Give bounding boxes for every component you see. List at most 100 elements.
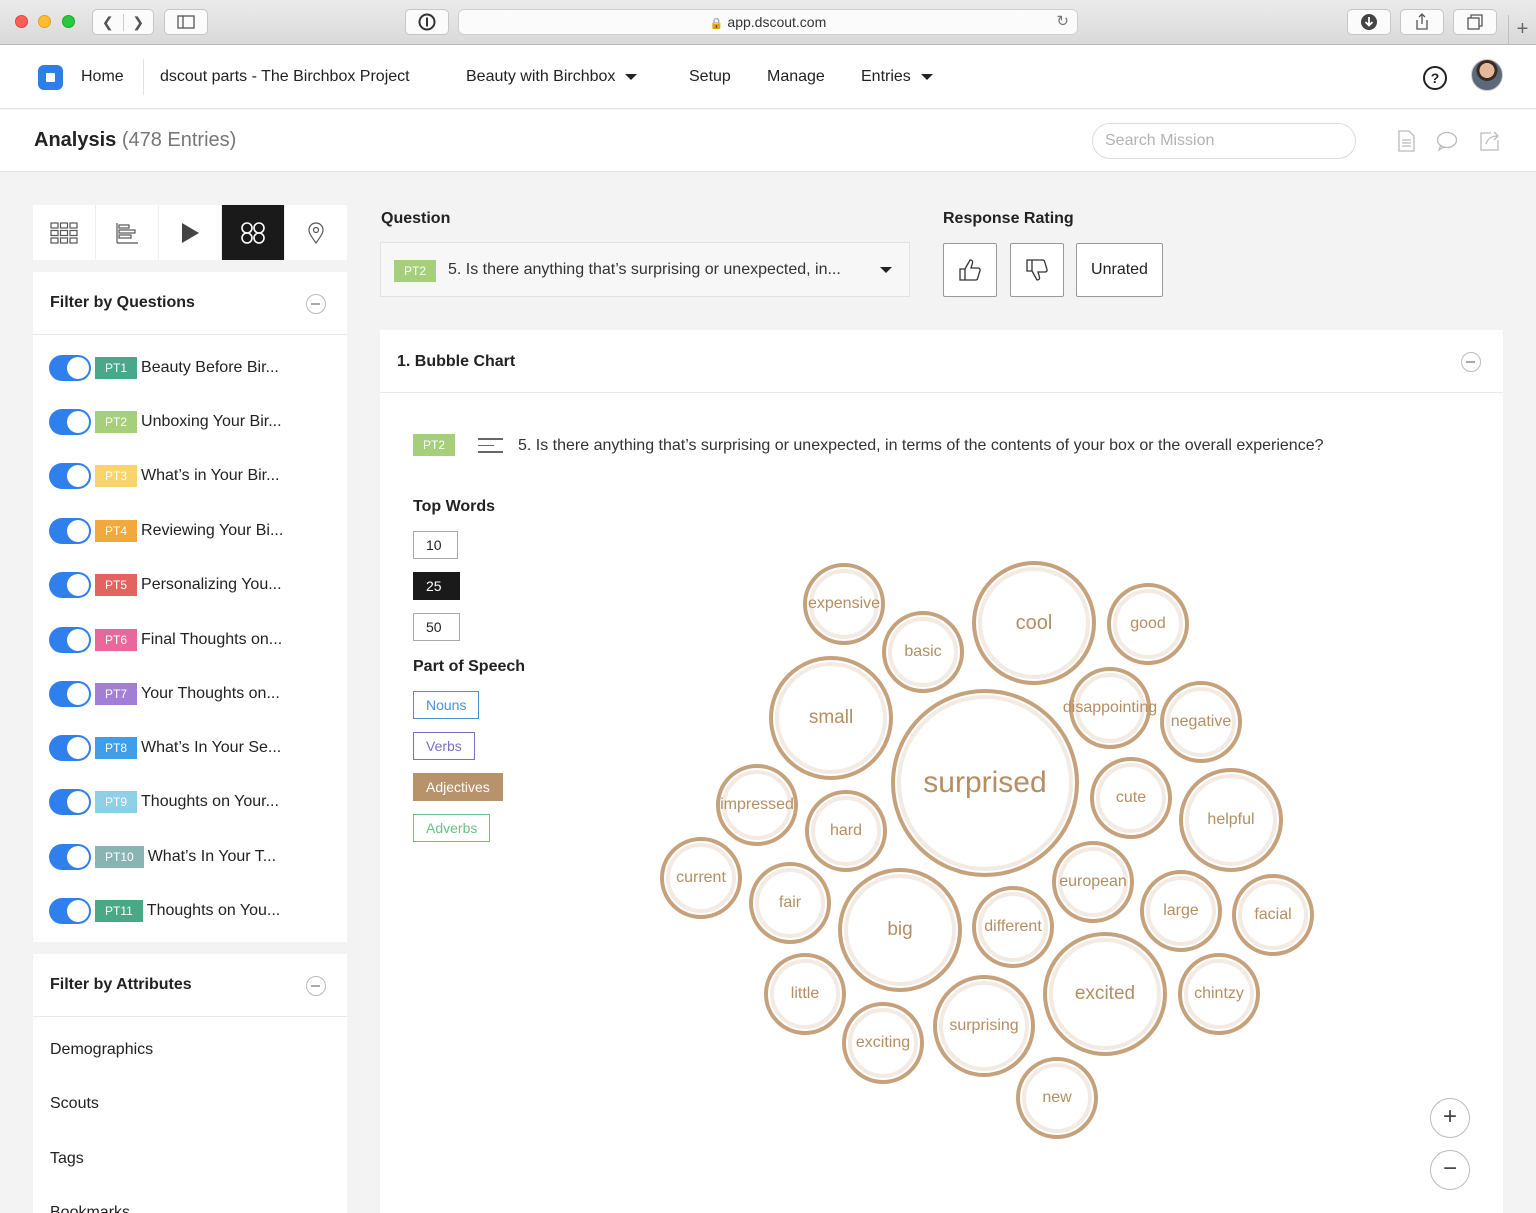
word-bubble[interactable]: cool: [972, 561, 1096, 685]
attribute-tags[interactable]: Tags: [50, 1150, 84, 1168]
tab-grid-view[interactable]: [33, 205, 96, 260]
unrated-button[interactable]: Unrated: [1076, 243, 1163, 297]
toggle-switch[interactable]: [49, 518, 91, 544]
word-bubble[interactable]: expensive: [803, 563, 885, 645]
pos-verbs-option[interactable]: Verbs: [413, 732, 475, 760]
attribute-scouts[interactable]: Scouts: [50, 1095, 99, 1113]
toggle-switch[interactable]: [49, 789, 91, 815]
word-bubble[interactable]: basic: [882, 611, 964, 693]
question-filter-row[interactable]: PT9 Thoughts on Your...: [49, 789, 279, 815]
nav-manage[interactable]: Manage: [767, 68, 825, 86]
toggle-switch[interactable]: [49, 409, 91, 435]
question-filter-row[interactable]: PT6 Final Thoughts on...: [49, 627, 282, 653]
question-select[interactable]: PT2 5. Is there anything that’s surprisi…: [380, 242, 910, 297]
pos-nouns-option[interactable]: Nouns: [413, 691, 480, 719]
collapse-icon[interactable]: [1461, 352, 1481, 372]
word-bubble[interactable]: good: [1107, 583, 1189, 665]
question-filter-row[interactable]: PT5 Personalizing You...: [49, 572, 282, 598]
nav-setup[interactable]: Setup: [689, 68, 731, 86]
collapse-icon[interactable]: [306, 976, 326, 996]
close-window-button[interactable]: [15, 15, 28, 28]
question-filter-row[interactable]: PT11 Thoughts on You...: [49, 898, 280, 924]
comment-icon[interactable]: [1436, 130, 1458, 152]
toggle-switch[interactable]: [49, 463, 91, 489]
tab-list-view[interactable]: [96, 205, 159, 260]
thumbs-down-button[interactable]: [1010, 243, 1064, 297]
toggle-switch[interactable]: [49, 355, 91, 381]
tabs-overview-icon[interactable]: [1453, 9, 1497, 35]
export-icon[interactable]: [1478, 130, 1500, 152]
word-bubble[interactable]: new: [1016, 1057, 1098, 1139]
tab-media-view[interactable]: [159, 205, 222, 260]
question-label: Unboxing Your Bir...: [141, 413, 282, 430]
toggle-switch[interactable]: [49, 572, 91, 598]
attribute-bookmarks[interactable]: Bookmarks: [50, 1204, 130, 1213]
nav-home[interactable]: Home: [81, 68, 124, 86]
toggle-switch[interactable]: [49, 844, 91, 870]
nav-entries-dropdown[interactable]: Entries: [861, 68, 933, 86]
address-bar[interactable]: 🔒 app.dscout.com ↻: [458, 9, 1078, 35]
word-bubble[interactable]: fair: [749, 862, 831, 944]
nav-mission-dropdown[interactable]: Beauty with Birchbox: [466, 68, 638, 86]
text-lines-icon[interactable]: [478, 438, 503, 454]
back-arrow-icon[interactable]: ❮: [93, 13, 124, 31]
new-tab-plus-icon[interactable]: +: [1508, 15, 1536, 45]
word-bubble[interactable]: helpful: [1179, 768, 1283, 872]
share-icon[interactable]: [1400, 9, 1444, 35]
word-bubble[interactable]: excited: [1043, 932, 1167, 1056]
tab-map-view[interactable]: [285, 205, 347, 260]
question-filter-row[interactable]: PT3 What’s in Your Bir...: [49, 463, 279, 489]
pos-adverbs-option[interactable]: Adverbs: [413, 814, 491, 842]
word-bubble[interactable]: big: [838, 868, 962, 992]
thumbs-up-button[interactable]: [943, 243, 997, 297]
word-bubble[interactable]: hard: [805, 790, 887, 872]
word-bubble[interactable]: small: [769, 656, 893, 780]
toggle-switch[interactable]: [49, 627, 91, 653]
maximize-window-button[interactable]: [62, 15, 75, 28]
question-filter-row[interactable]: PT10 What’s In Your T...: [49, 844, 276, 870]
dscout-logo-icon[interactable]: [38, 65, 63, 90]
word-bubble[interactable]: little: [764, 953, 846, 1035]
avatar[interactable]: [1471, 59, 1503, 91]
collapse-icon[interactable]: [306, 294, 326, 314]
top-words-10-option[interactable]: 10: [413, 531, 458, 559]
forward-arrow-icon[interactable]: ❯: [124, 14, 154, 31]
word-bubble[interactable]: surprising: [933, 975, 1035, 1077]
nav-project[interactable]: dscout parts - The Birchbox Project: [160, 68, 410, 86]
search-input[interactable]: [1092, 123, 1356, 159]
word-bubble[interactable]: current: [660, 837, 742, 919]
word-bubble[interactable]: different: [972, 886, 1054, 968]
word-bubble[interactable]: cute: [1090, 757, 1172, 839]
tab-bubble-view[interactable]: [222, 205, 285, 260]
question-filter-row[interactable]: PT8 What’s In Your Se...: [49, 735, 281, 761]
reload-icon[interactable]: ↻: [1056, 10, 1069, 34]
minimize-window-button[interactable]: [38, 15, 51, 28]
pos-adjectives-option[interactable]: Adjectives: [413, 773, 503, 801]
question-filter-row[interactable]: PT4 Reviewing Your Bi...: [49, 518, 283, 544]
word-bubble[interactable]: exciting: [842, 1002, 924, 1084]
sidebar-toggle-icon[interactable]: [164, 9, 208, 35]
toggle-switch[interactable]: [49, 898, 91, 924]
attribute-demographics[interactable]: Demographics: [50, 1041, 153, 1059]
word-bubble[interactable]: negative: [1160, 681, 1242, 763]
top-words-50-option[interactable]: 50: [413, 613, 460, 641]
zoom-in-button[interactable]: +: [1430, 1098, 1470, 1138]
word-bubble[interactable]: surprised: [891, 689, 1079, 877]
top-words-25-option[interactable]: 25: [413, 572, 460, 600]
word-bubble[interactable]: facial: [1232, 874, 1314, 956]
toggle-switch[interactable]: [49, 681, 91, 707]
downloads-icon[interactable]: [1347, 9, 1391, 35]
toggle-switch[interactable]: [49, 735, 91, 761]
question-filter-row[interactable]: PT1 Beauty Before Bir...: [49, 355, 279, 381]
password-manager-icon[interactable]: [405, 9, 449, 35]
zoom-out-button[interactable]: −: [1430, 1150, 1470, 1190]
word-bubble[interactable]: large: [1140, 870, 1222, 952]
word-bubble[interactable]: chintzy: [1178, 953, 1260, 1035]
word-bubble[interactable]: impressed: [716, 764, 798, 846]
help-icon[interactable]: ?: [1423, 66, 1447, 90]
document-icon[interactable]: [1395, 130, 1417, 152]
question-filter-row[interactable]: PT7 Your Thoughts on...: [49, 681, 280, 707]
word-bubble[interactable]: disappointing: [1063, 667, 1157, 749]
word-bubble[interactable]: european: [1052, 841, 1134, 923]
question-filter-row[interactable]: PT2 Unboxing Your Bir...: [49, 409, 282, 435]
